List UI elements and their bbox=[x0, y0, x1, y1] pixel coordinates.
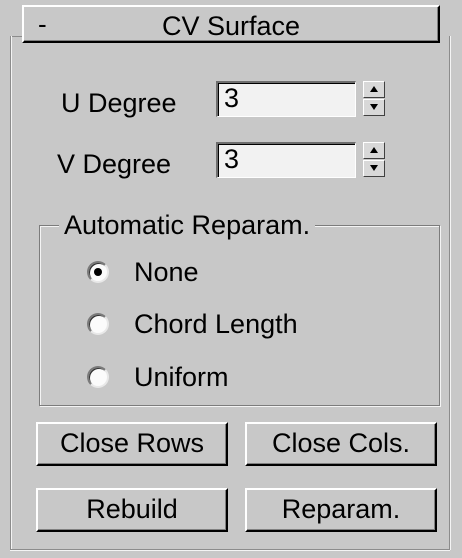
arrow-up-icon bbox=[370, 147, 378, 153]
u-degree-spinner[interactable] bbox=[363, 81, 385, 117]
rollout-frame-right bbox=[449, 36, 451, 550]
rollout-frame-left bbox=[10, 36, 12, 550]
u-degree-spin-up-button[interactable] bbox=[363, 81, 385, 98]
radio-indicator bbox=[87, 366, 109, 388]
radio-label: Chord Length bbox=[134, 309, 298, 339]
v-degree-input[interactable]: 3 bbox=[216, 142, 356, 178]
radio-selected-dot bbox=[94, 268, 102, 276]
v-degree-spin-up-button[interactable] bbox=[363, 142, 385, 159]
v-degree-label: V Degree bbox=[57, 149, 172, 179]
reparam-button[interactable]: Reparam. bbox=[245, 488, 437, 532]
u-degree-input[interactable]: 3 bbox=[216, 81, 356, 117]
close-cols-button[interactable]: Close Cols. bbox=[245, 422, 437, 466]
rebuild-button[interactable]: Rebuild bbox=[36, 488, 228, 532]
arrow-up-icon bbox=[370, 86, 378, 92]
v-degree-spinner[interactable] bbox=[363, 142, 385, 178]
arrow-down-icon bbox=[370, 165, 378, 171]
radio-indicator bbox=[87, 261, 109, 283]
rollout-frame-bottom bbox=[10, 549, 450, 551]
close-rows-button[interactable]: Close Rows bbox=[36, 422, 228, 466]
reparam-group-legend: Automatic Reparam. bbox=[59, 212, 316, 239]
u-degree-label: U Degree bbox=[61, 88, 177, 118]
radio-label: Uniform bbox=[134, 362, 229, 392]
v-degree-spin-down-button[interactable] bbox=[363, 160, 385, 177]
rollout-header-cv-surface[interactable]: - CV Surface bbox=[22, 5, 440, 43]
arrow-down-icon bbox=[370, 104, 378, 110]
radio-indicator bbox=[87, 313, 109, 335]
radio-label: None bbox=[134, 257, 199, 287]
rollout-title: CV Surface bbox=[161, 11, 301, 41]
u-degree-spin-down-button[interactable] bbox=[363, 99, 385, 116]
